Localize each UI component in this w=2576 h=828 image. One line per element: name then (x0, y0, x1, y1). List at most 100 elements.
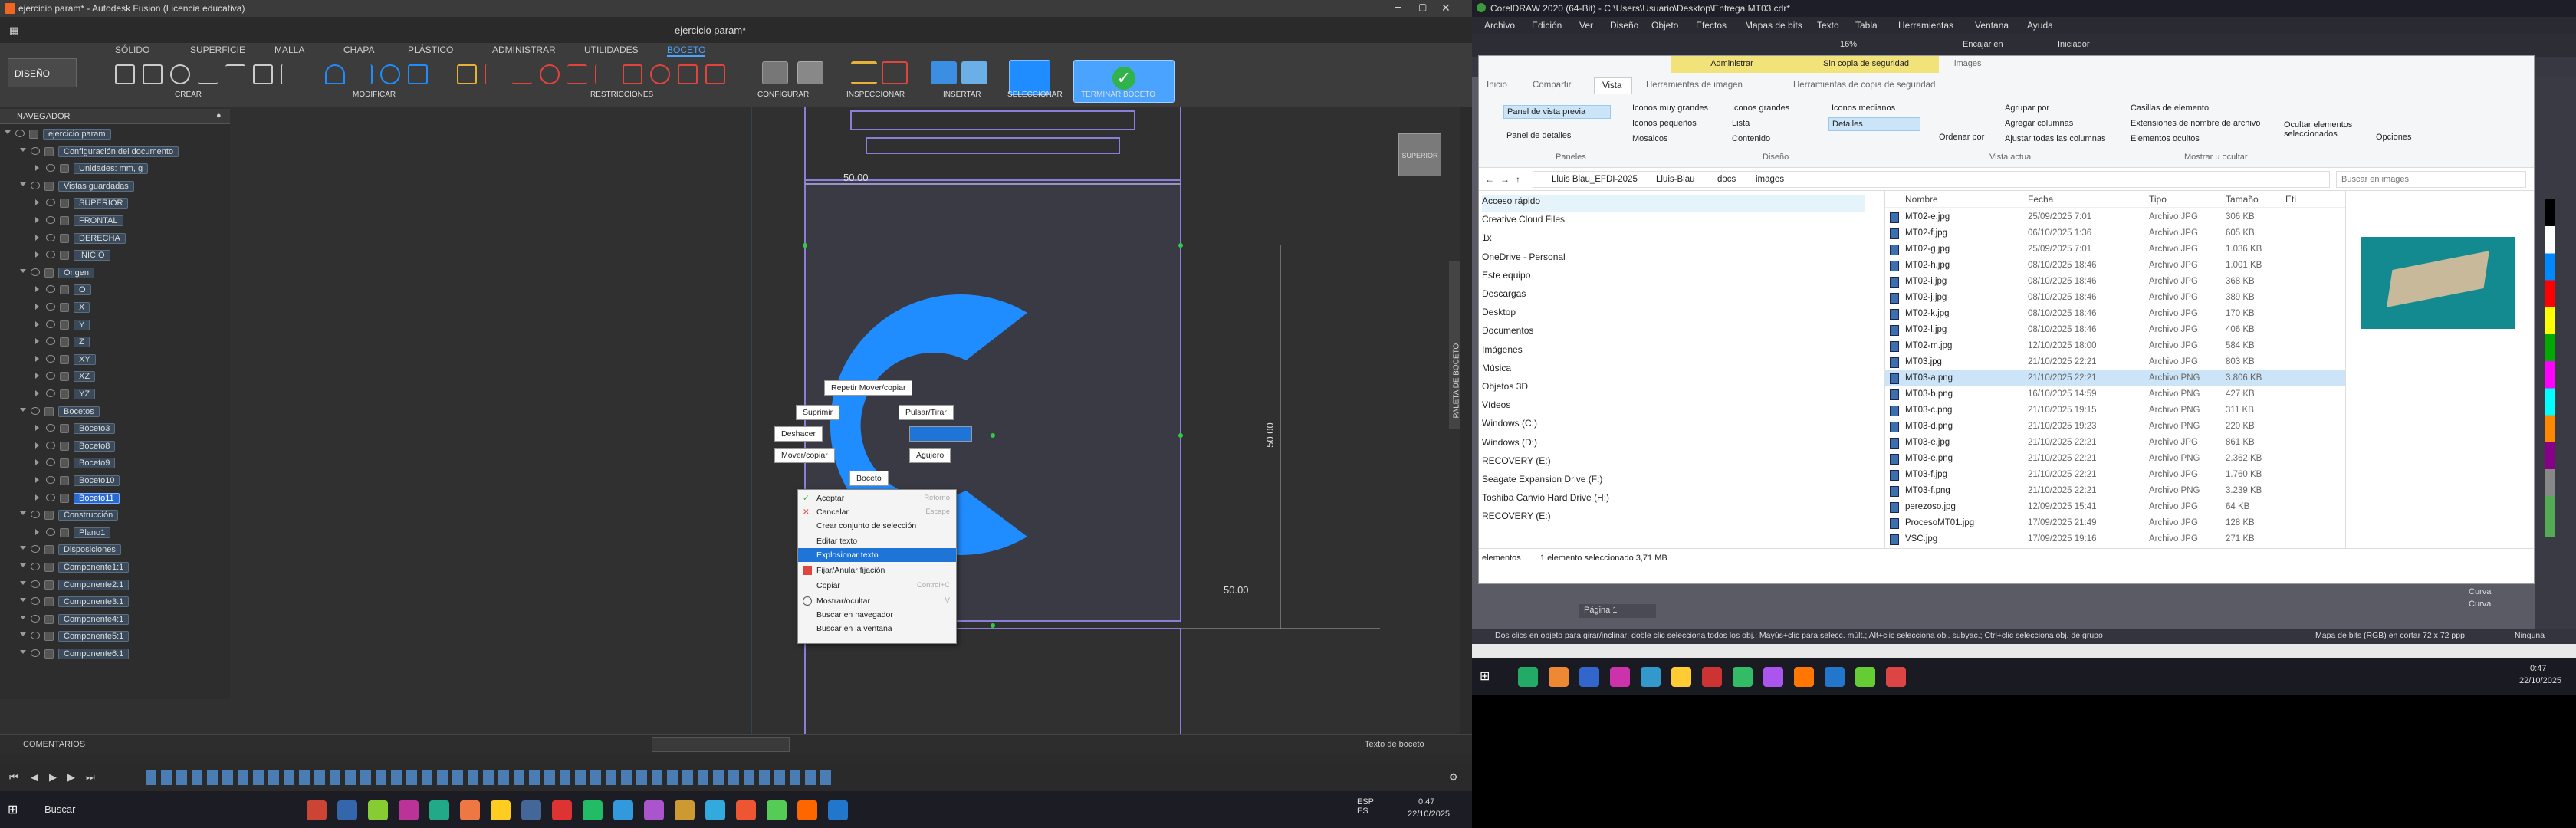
app-icon[interactable] (1610, 667, 1630, 687)
app-icon[interactable] (368, 800, 388, 820)
menu-object[interactable]: Objeto (1651, 20, 1678, 31)
menu-bitmaps[interactable]: Mapas de bits (1745, 20, 1802, 31)
expand-arrow-icon[interactable] (20, 268, 26, 273)
expand-arrow-icon[interactable] (20, 598, 26, 603)
path-segment[interactable]: images (1756, 175, 1784, 184)
visibility-eye-icon[interactable] (46, 389, 55, 397)
menu-text[interactable]: Texto (1817, 20, 1839, 31)
expand-arrow-icon[interactable] (20, 632, 26, 637)
app-icon[interactable] (1702, 667, 1722, 687)
tab-solid[interactable]: SÓLIDO (115, 44, 150, 55)
insert-icon[interactable] (931, 61, 957, 84)
browser-node[interactable]: XY (0, 353, 230, 366)
timeline-play-icon[interactable]: ▶ (49, 771, 57, 784)
app-icon[interactable] (705, 800, 725, 820)
sort-by-button[interactable]: Ordenar por (1939, 133, 1985, 142)
checkbox-item-boxes[interactable]: Casillas de elemento (2131, 104, 2209, 113)
tab-manage[interactable]: ADMINISTRAR (492, 44, 556, 55)
comments-label[interactable]: COMENTARIOS (23, 740, 85, 749)
constraint-horizontal-icon[interactable] (457, 64, 477, 84)
expand-arrow-icon[interactable] (35, 217, 39, 223)
back-arrow-icon[interactable]: ← (1485, 174, 1494, 185)
browser-node[interactable]: Y (0, 318, 230, 332)
marking-highlighted[interactable] (909, 426, 972, 442)
browser-node[interactable]: Origen (0, 266, 230, 280)
context-menu-item[interactable]: ✓ Aceptar Retorno (798, 491, 956, 505)
context-tab-manage[interactable]: Administrar (1671, 56, 1793, 73)
file-row[interactable]: MT03-b.png 16/10/2025 14:59 Archivo PNG 427… (1885, 386, 2345, 402)
context-menu-item[interactable]: ✕ Cancelar Escape (798, 505, 956, 519)
browser-node[interactable]: SUPERIOR (0, 196, 230, 210)
column-tags[interactable]: Eti (2285, 194, 2296, 205)
app-icon[interactable] (337, 800, 357, 820)
column-name[interactable]: Nombre (1905, 194, 1938, 205)
checkbox-extensions[interactable]: Extensiones de nombre de archivo (2131, 119, 2260, 128)
browser-node[interactable]: Disposiciones (0, 543, 230, 557)
constraint-equal-icon[interactable] (567, 64, 587, 84)
browser-node[interactable]: YZ (0, 387, 230, 401)
nav-item[interactable]: Documentos (1482, 325, 1533, 342)
visibility-eye-icon[interactable] (46, 476, 55, 484)
details-pane-toggle[interactable]: Panel de detalles (1506, 131, 1571, 140)
browser-node[interactable]: Componente4:1 (0, 613, 230, 626)
expand-arrow-icon[interactable] (35, 390, 39, 396)
fit-columns-button[interactable]: Ajustar todas las columnas (2005, 134, 2105, 143)
constraint-collinear-icon[interactable] (678, 64, 698, 84)
file-row[interactable]: MT03-e.png 21/10/2025 22:21 Archivo PNG 2.3… (1885, 451, 2345, 467)
expand-arrow-icon[interactable] (35, 320, 39, 327)
nav-item[interactable]: Windows (D:) (1482, 437, 1537, 454)
visibility-eye-icon[interactable] (31, 563, 40, 570)
page-tab[interactable]: Página 1 (1579, 604, 1656, 618)
dimension-right[interactable]: 50.00 (1264, 422, 1276, 448)
browser-node[interactable]: X (0, 301, 230, 314)
nav-item[interactable]: OneDrive - Personal (1482, 251, 1566, 268)
rectangle-icon[interactable] (143, 64, 163, 84)
spline-icon[interactable] (281, 64, 301, 84)
file-row[interactable]: MT02-i.jpg 08/10/2025 18:46 Archivo JPG 368… (1885, 274, 2345, 290)
nav-item[interactable]: Descargas (1482, 288, 1526, 305)
app-icon[interactable] (644, 800, 664, 820)
menu-table[interactable]: Tabla (1855, 20, 1878, 31)
timeline-next-icon[interactable]: ▶ (67, 771, 75, 784)
browser-node[interactable]: Construcción (0, 508, 230, 522)
taskbar-language[interactable]: ESP ES (1357, 797, 1374, 816)
column-date[interactable]: Fecha (2028, 194, 2053, 205)
expand-arrow-icon[interactable] (35, 425, 39, 432)
file-row[interactable]: VSC.jpg 17/09/2025 19:16 Archivo JPG 271 KB (1885, 531, 2345, 547)
expand-arrow-icon[interactable] (20, 580, 26, 585)
constraint-coincident-icon[interactable] (512, 64, 532, 84)
zoom-level[interactable]: 16% (1840, 40, 1857, 49)
group-finish-sketch-label[interactable]: TERMINAR BOCETO (1081, 90, 1155, 99)
view-cube[interactable]: SUPERIOR (1398, 133, 1441, 176)
app-icon[interactable] (1579, 667, 1599, 687)
file-row[interactable]: MT03-f.jpg 21/10/2025 22:21 Archivo JPG 1.7… (1885, 467, 2345, 483)
app-icon[interactable] (1641, 667, 1661, 687)
browser-node[interactable]: Componente6:1 (0, 647, 230, 661)
color-palette-strip[interactable] (2545, 199, 2555, 537)
browser-node[interactable]: ejercicio param (0, 127, 230, 141)
file-row[interactable]: MT03-d.png 21/10/2025 19:23 Archivo PNG 220… (1885, 419, 2345, 435)
visibility-eye-icon[interactable] (46, 216, 55, 224)
forward-arrow-icon[interactable]: → (1500, 174, 1510, 185)
expand-arrow-icon[interactable] (35, 355, 39, 362)
visibility-eye-icon[interactable] (46, 320, 55, 328)
file-row[interactable]: ProcesoMT01.jpg 17/09/2025 21:49 Archivo J… (1885, 515, 2345, 531)
up-arrow-icon[interactable]: ↑ (1516, 174, 1520, 185)
context-menu-item[interactable]: Crear conjunto de selección (798, 519, 956, 533)
visibility-eye-icon[interactable] (46, 233, 55, 242)
browser-node[interactable]: Bocetos (0, 405, 230, 419)
marking-repeat[interactable]: Repetir Mover/copiar (824, 380, 913, 396)
app-icon[interactable] (521, 800, 541, 820)
file-row[interactable]: MT03-a.png 21/10/2025 22:21 Archivo PNG 3.8… (1885, 370, 2345, 386)
mirror-icon[interactable] (408, 64, 428, 84)
app-icon[interactable] (767, 800, 787, 820)
line-icon[interactable] (198, 64, 218, 84)
minimize-icon[interactable]: – (1395, 0, 1401, 12)
visibility-eye-icon[interactable] (31, 181, 40, 189)
nav-item[interactable]: Toshiba Canvio Hard Drive (H:) (1482, 492, 1609, 509)
path-breadcrumb[interactable]: Lluis Blau_EFDI-2025 Lluis-Blau docs ima… (1533, 171, 2330, 188)
browser-node[interactable]: Boceto8 (0, 439, 230, 453)
visibility-eye-icon[interactable] (31, 545, 40, 554)
file-row[interactable]: perezoso.jpg 12/09/2025 15:41 Archivo JPG 6… (1885, 499, 2345, 515)
layout-small-icons[interactable]: Iconos pequeños (1632, 119, 1697, 128)
